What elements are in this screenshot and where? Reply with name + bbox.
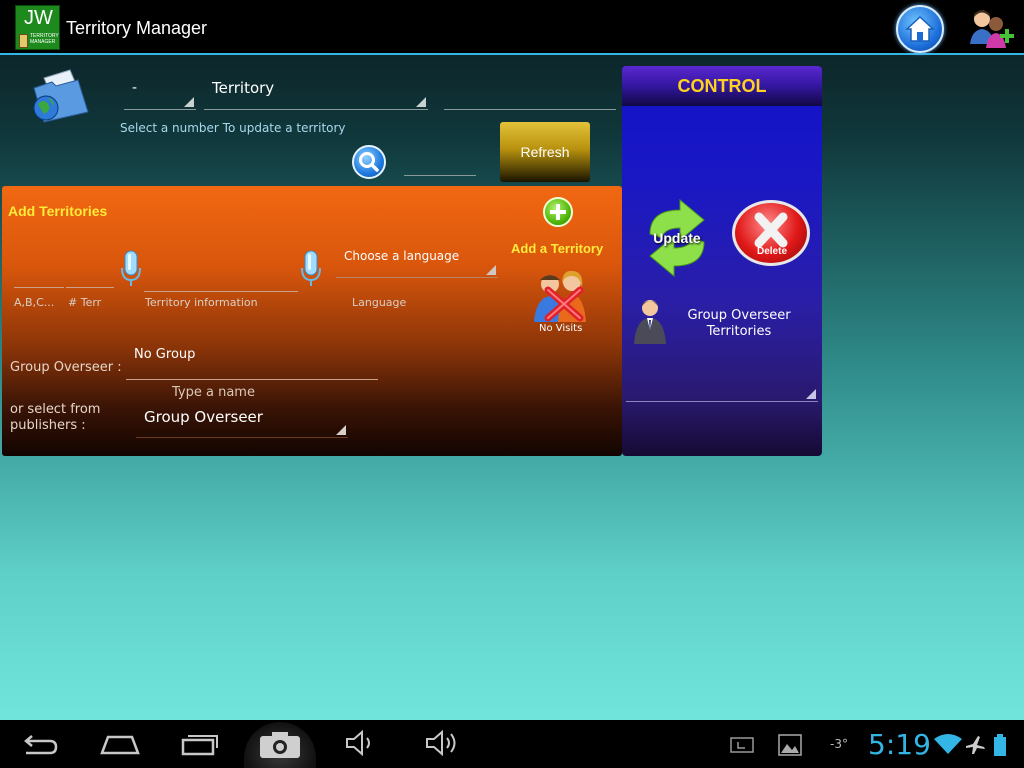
wifi-icon (934, 733, 962, 759)
group-overseer-territories-label: Group Overseer Territories (687, 308, 791, 339)
territory-text-input[interactable] (444, 74, 616, 110)
keyboard-icon[interactable] (730, 737, 754, 757)
number-spinner-value: - (132, 80, 138, 96)
volume-down-button[interactable] (344, 728, 380, 762)
no-visits-icon (534, 270, 586, 322)
volume-down-icon (346, 729, 370, 757)
dropdown-arrow-icon (336, 425, 346, 435)
publisher-spinner[interactable]: Group Overseer (136, 402, 348, 438)
recent-apps-icon (181, 735, 218, 756)
home-nav-button[interactable] (100, 733, 140, 761)
territory-number-label: # Terr (68, 296, 102, 309)
home-nav-icon (100, 735, 140, 755)
volume-up-icon (426, 729, 456, 757)
app-logo-text: JW (24, 7, 53, 29)
camera-icon (260, 732, 300, 758)
overseer-avatar (632, 296, 668, 344)
gallery-icon[interactable] (778, 734, 802, 760)
app-title: Territory Manager (66, 18, 208, 38)
temperature-readout: -3° (830, 737, 848, 751)
control-title: CONTROL (677, 76, 767, 96)
territory-number-input[interactable] (66, 268, 114, 288)
language-spinner[interactable]: Choose a language (336, 246, 498, 278)
dropdown-arrow-icon (806, 389, 816, 399)
add-territories-title: Add Territories (8, 203, 108, 219)
abc-label: A,B,C... (14, 296, 55, 309)
app-logo-subtext-2: MANAGER (30, 39, 56, 45)
territory-information-input[interactable] (144, 268, 298, 292)
folder-globe-icon (30, 68, 92, 126)
airplane-icon (964, 734, 986, 760)
add-territory-button[interactable] (543, 197, 573, 227)
dropdown-arrow-icon (486, 265, 496, 275)
app-logo-subtext: TERRITORY MANAGER (30, 33, 59, 45)
clock: 5:19 (868, 728, 931, 761)
territory-spinner-value: Territory (212, 79, 275, 97)
home-icon (905, 15, 935, 42)
language-spinner-value: Choose a language (344, 249, 460, 263)
back-icon (24, 735, 58, 755)
screenshot-button[interactable] (244, 722, 316, 768)
microphone-icon[interactable] (120, 250, 142, 288)
territory-spinner[interactable]: Territory (204, 74, 428, 110)
back-button[interactable] (20, 733, 60, 761)
app-logo: JW TERRITORY MANAGER (15, 5, 60, 50)
volume-up-button[interactable] (424, 728, 462, 762)
home-button[interactable] (896, 5, 944, 53)
dropdown-arrow-icon (416, 97, 426, 107)
select-number-hint: Select a number To update a territory (120, 121, 346, 135)
delete-label: Delete (756, 246, 787, 257)
group-overseer-label: Group Overseer : (10, 360, 122, 375)
microphone-icon[interactable] (300, 250, 322, 288)
update-label: Update (653, 230, 701, 246)
territory-information-label: Territory information (145, 296, 258, 309)
battery-icon (992, 733, 1008, 761)
recent-apps-button[interactable] (180, 731, 220, 761)
type-name-hint: Type a name (172, 385, 255, 400)
number-spinner[interactable]: - (124, 74, 196, 110)
add-icon (550, 204, 566, 220)
select-from-publishers-label: or select from publishers : (10, 402, 101, 433)
book-icon (19, 34, 28, 48)
group-overseer-input[interactable]: No Group (126, 342, 378, 380)
no-visits-label: No Visits (539, 323, 583, 334)
search-icon (359, 152, 379, 172)
language-label: Language (352, 296, 407, 309)
search-input[interactable] (404, 145, 476, 176)
search-button[interactable] (352, 145, 386, 179)
abc-input[interactable] (14, 268, 64, 288)
dropdown-arrow-icon (184, 97, 194, 107)
add-person-button[interactable] (966, 6, 1016, 52)
group-overseer-input-value: No Group (134, 347, 196, 362)
group-overseer-territories-spinner[interactable] (626, 366, 818, 402)
publisher-spinner-value: Group Overseer (144, 408, 263, 426)
add-person-icon (970, 10, 1014, 48)
no-visits-button[interactable] (526, 268, 598, 328)
refresh-button[interactable]: Refresh (500, 122, 590, 182)
add-territory-label[interactable]: Add a Territory (511, 241, 603, 256)
